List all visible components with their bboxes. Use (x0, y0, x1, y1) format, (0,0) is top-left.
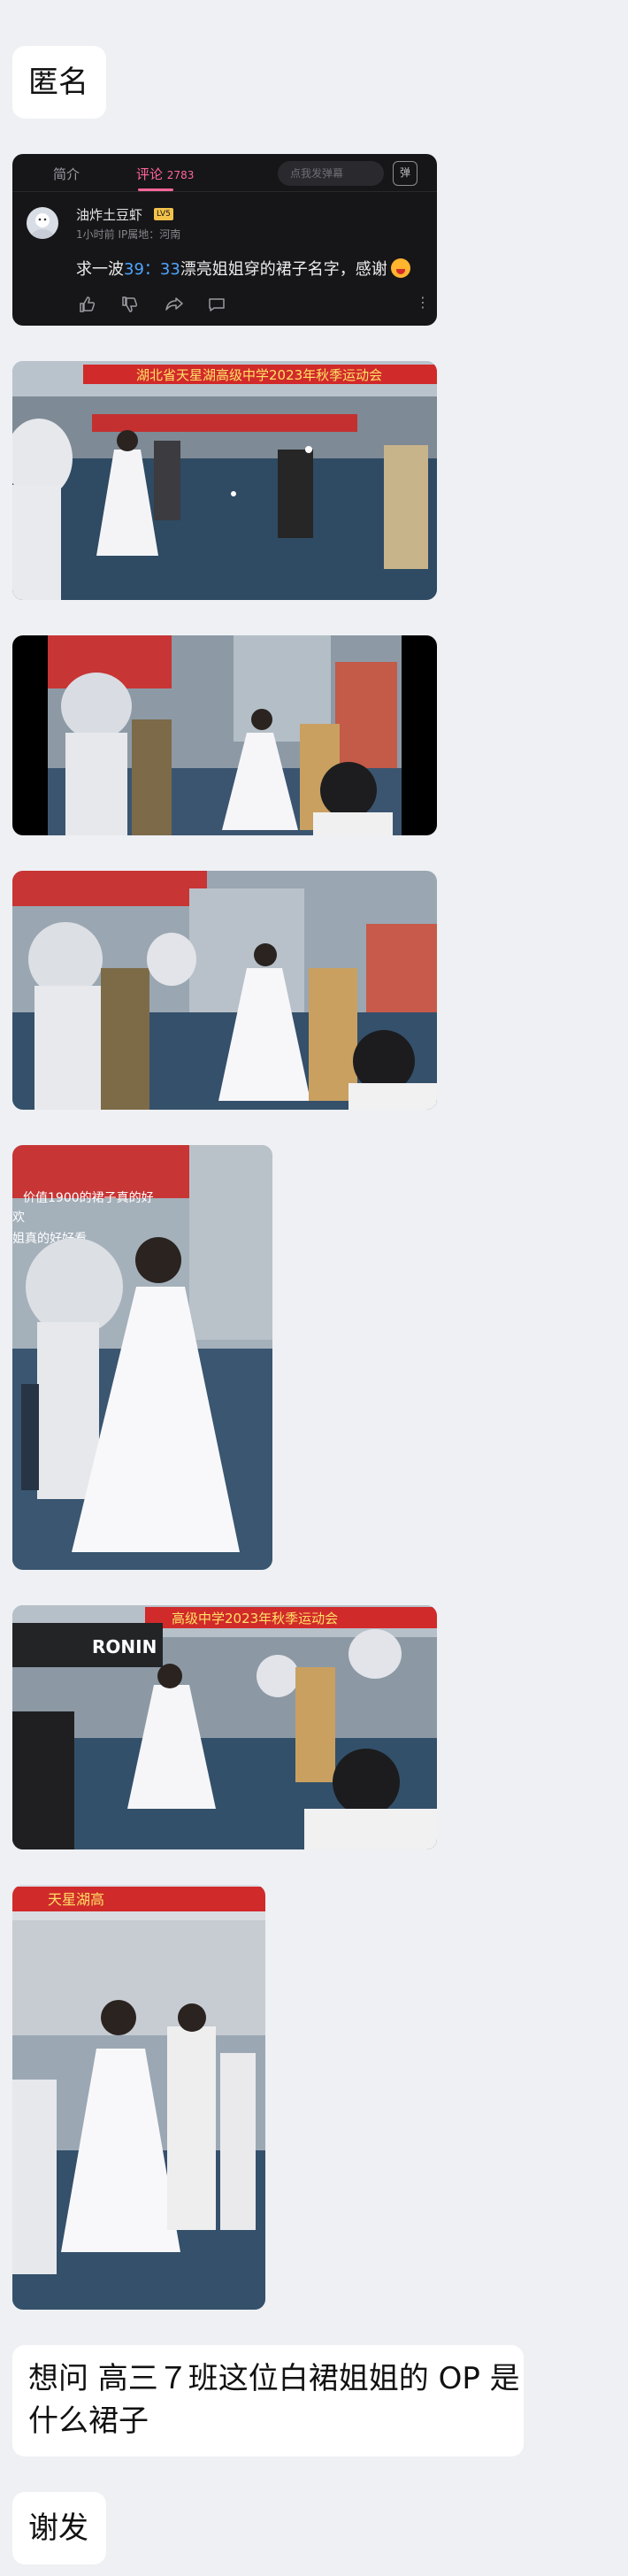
avatar-image (31, 213, 54, 239)
comment-screenshot[interactable]: 简介 评论 2783 点我发弹幕 弹 油炸土豆虾 LV5 1小时前 IP属地：河… (12, 154, 437, 326)
photo-brand-text: RONIN (92, 1636, 157, 1657)
photo-banner-text: 天星湖高 (48, 1891, 104, 1908)
comment-timestamp-link[interactable]: 39：33 (124, 260, 180, 279)
photo-image (12, 871, 437, 1110)
photo-message-2[interactable] (12, 635, 437, 835)
comment-text-part: 求一波 (76, 260, 124, 279)
photo-overlay-comment: 欢 (12, 1211, 25, 1225)
photo-banner-text: 湖北省天星湖高级中学2023年秋季运动会 (136, 367, 382, 383)
photo-message-1[interactable]: 湖北省天星湖高级中学2023年秋季运动会 (12, 361, 437, 600)
comment-meta: 1小时前 IP属地：河南 (76, 228, 181, 241)
more-icon[interactable]: ⋮ (416, 294, 430, 311)
tab-comments-label: 评论 (136, 166, 164, 182)
question-text-line2: 什么裙子 (28, 2403, 149, 2439)
question-text-line1: 想问 高三７班这位白裙姐姐的 OP 是 (28, 2361, 520, 2396)
photo-image: 高级中学2023年秋季运动会 RONIN (12, 1605, 437, 1849)
comment-tabs: 简介 评论 2783 点我发弹幕 弹 (12, 154, 437, 192)
thanks-message-bubble[interactable]: 谢发 (12, 2492, 106, 2564)
blushing-emoji-icon (390, 258, 410, 278)
user-level-badge: LV5 (154, 208, 173, 220)
comment-count: 2783 (166, 169, 195, 181)
question-message-bubble[interactable]: 想问 高三７班这位白裙姐姐的 OP 是 什么裙子 (12, 2345, 524, 2457)
danmaku-toggle-icon[interactable]: 弹 (393, 161, 417, 186)
message-bubble-anonymous[interactable]: 匿名 (12, 46, 106, 119)
danmaku-input[interactable]: 点我发弹幕 (278, 161, 384, 186)
photo-message-3[interactable] (12, 871, 437, 1110)
comment-text-part: 漂亮姐姐穿的裙子名字，感谢 (180, 260, 387, 279)
dislike-icon[interactable] (120, 296, 138, 313)
message-text: 谢发 (28, 2511, 88, 2546)
tab-comments[interactable]: 评论 2783 (136, 165, 194, 183)
reply-icon[interactable] (207, 296, 226, 313)
share-icon[interactable] (165, 296, 184, 313)
photo-image: 价值1900的裙子真的好 欢 姐真的好好看 (12, 1145, 272, 1570)
photo-message-4[interactable]: 价值1900的裙子真的好 欢 姐真的好好看 (12, 1145, 272, 1570)
tab-intro[interactable]: 简介 (53, 165, 80, 183)
like-icon[interactable] (78, 296, 96, 313)
photo-overlay-comment: 价值1900的裙子真的好 (23, 1191, 154, 1205)
photo-message-6[interactable]: 天星湖高 (12, 1885, 265, 2310)
photo-image: 天星湖高 (12, 1885, 265, 2310)
comment-text: 求一波39：33漂亮姐姐穿的裙子名字，感谢 (76, 257, 410, 280)
photo-image: 湖北省天星湖高级中学2023年秋季运动会 (12, 361, 437, 600)
photo-image (12, 635, 437, 835)
photo-banner-text: 高级中学2023年秋季运动会 (172, 1611, 338, 1626)
photo-message-5[interactable]: 高级中学2023年秋季运动会 RONIN (12, 1605, 437, 1849)
comment-username[interactable]: 油炸土豆虾 (76, 205, 142, 224)
active-tab-indicator (138, 188, 173, 191)
avatar[interactable] (27, 207, 58, 239)
message-text: 匿名 (28, 65, 88, 100)
